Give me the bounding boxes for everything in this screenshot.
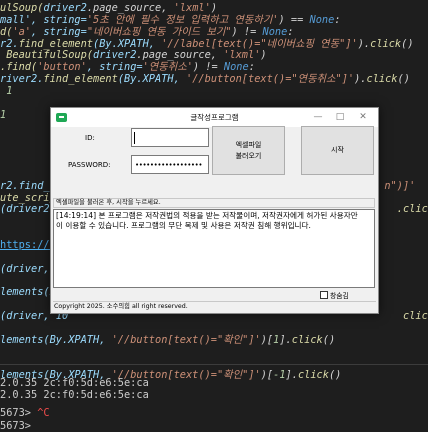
terminal-divider — [0, 364, 428, 365]
code-token: , string= — [31, 25, 87, 38]
password-input[interactable]: •••••••••••••••••• — [131, 155, 209, 174]
code-line: 1 — [0, 85, 12, 97]
code-token: driver2 — [93, 49, 137, 62]
code-token: : — [334, 13, 341, 26]
terminal-prompt: 5673> — [0, 407, 38, 419]
maximize-button[interactable]: □ — [331, 110, 349, 124]
code-token: : — [287, 25, 294, 38]
hide-window-checkbox[interactable] — [320, 291, 328, 299]
code-line: mall', string='5초 안에 필수 정보 입력하고 연동하기') =… — [0, 14, 341, 26]
code-token: 1 — [0, 84, 13, 97]
code-token: lements(By.XPATH, — [0, 333, 112, 346]
password-mask: •••••••••••••••••• — [135, 161, 203, 169]
terminal-prompt-line[interactable]: 5673> ^C — [0, 407, 50, 419]
terminal-prompt-2[interactable]: 5673> — [0, 420, 37, 432]
code-token: find_element — [18, 37, 94, 50]
code-token: click() — [402, 310, 428, 323]
code-token: .page_source, — [136, 49, 224, 62]
code-token: , string= — [86, 61, 143, 74]
code-token: .find( — [0, 61, 38, 74]
code-token: r2.find_e — [0, 179, 56, 192]
code-token: click — [291, 333, 323, 346]
code-token: ]. — [279, 333, 292, 346]
terminal-line-1: 2.0.35 2c:f0:5d:e6:5e:ca — [0, 377, 149, 389]
code-token: (By.XPATH, — [93, 37, 162, 50]
code-token: ulSoup( — [0, 2, 44, 14]
code-token: None — [223, 61, 249, 74]
code-token: ) — [210, 2, 218, 14]
code-token: .page_source, — [86, 2, 174, 14]
code-token: mall', string= — [0, 13, 87, 26]
code-token: '//label[text()="네이버쇼핑 연동"]' — [161, 37, 358, 50]
log-textarea[interactable]: [14:19:14] 본 프로그램은 저작권법의 적용을 받는 저작물이며, 저… — [53, 209, 375, 288]
title-bar[interactable]: 글작성프로그램 — □ ✕ — [51, 108, 378, 127]
copyright-footer: Copyright 2025. 소수의힘 all right reserved. — [53, 301, 376, 312]
code-token: 'button' — [37, 61, 87, 74]
code-token: () — [328, 369, 342, 382]
code-token: r2. — [0, 37, 19, 50]
code-token: click — [366, 73, 398, 86]
code-token: None — [262, 25, 288, 38]
code-token: ). — [357, 37, 371, 50]
code-token: )[ — [260, 333, 274, 346]
code-token: '연동취소' — [142, 61, 193, 74]
code-token: 1 — [0, 108, 7, 121]
code-line: ulSoup(driver2.page_source, 'lxml') — [0, 2, 217, 14]
load-excel-button[interactable]: 엑셀파일 불러오기 — [212, 126, 285, 175]
code-token: BeautifulSoup( — [0, 49, 93, 62]
code-token: )[ — [260, 369, 274, 382]
code-token: -1 — [273, 369, 286, 382]
code-token: "네이버쇼핑 연동 가이드 보기" — [86, 25, 232, 38]
code-line: river2.find_element(By.XPATH, '//button[… — [0, 73, 410, 85]
terminal-line-2: 2.0.35 2c:f0:5d:e6:5e:ca — [0, 389, 149, 401]
id-label: ID: — [85, 134, 95, 142]
close-button[interactable]: ✕ — [354, 110, 372, 124]
code-token: None — [309, 13, 335, 26]
code-line: lements(By.XPATH, '//button[text()="확인"]… — [0, 334, 335, 346]
code-token: '5초 안에 필수 정보 입력하고 연동하기' — [86, 13, 279, 26]
code-token: ) == — [278, 13, 310, 26]
code-token: '//button[text()="확인"]' — [111, 333, 261, 346]
code-token: (By.XPATH, — [117, 73, 187, 86]
code-token: click — [297, 369, 329, 382]
code-token: n")]' — [384, 179, 416, 192]
start-label: 시작 — [331, 146, 344, 154]
code-line: BeautifulSoup(driver2.page_source, 'lxml… — [0, 49, 267, 62]
code-token: click — [370, 37, 402, 50]
terminal-interrupt: ^C — [37, 407, 50, 419]
code-token: : — [248, 61, 255, 74]
code-token: ) != — [192, 61, 224, 74]
code-token: ]. — [285, 369, 298, 382]
code-line: d('a', string="네이버쇼핑 연동 가이드 보기") != None… — [0, 26, 294, 38]
code-token: ) != — [231, 25, 263, 38]
code-token: ) — [260, 49, 267, 62]
id-input[interactable] — [131, 128, 209, 147]
text-caret — [134, 132, 135, 144]
window-title: 글작성프로그램 — [190, 113, 239, 122]
code-token: 'lxml' — [173, 2, 211, 14]
hide-window-label: 창숨김 — [330, 292, 349, 300]
code-token: '//button[text()="연동취소"]' — [186, 73, 355, 86]
code-token: () — [322, 333, 336, 346]
status-bar: 엑셀파일을 불러온 후, 시작을 누르세요. — [53, 198, 375, 208]
code-token: find_element — [43, 73, 118, 86]
code-token: river2. — [0, 73, 44, 86]
code-line: r2.find_element(By.XPATH, '//label[text(… — [0, 38, 414, 50]
program-window: 글작성프로그램 — □ ✕ ID: PASSWORD: ••••••••••••… — [50, 107, 379, 314]
code-token: () — [397, 73, 410, 86]
code-token: () — [401, 37, 414, 50]
code-line: 1 — [0, 109, 6, 121]
minimize-button[interactable]: — — [309, 110, 327, 124]
code-token: .click() — [396, 203, 428, 216]
code-token: 'a' — [12, 25, 32, 38]
code-line: .find('button', string='연동취소') != None: — [0, 61, 255, 73]
code-token: 'lxml' — [223, 49, 261, 62]
password-label: PASSWORD: — [68, 161, 111, 169]
code-token: ). — [354, 73, 367, 86]
start-button[interactable]: 시작 — [301, 126, 374, 175]
load-excel-label: 엑셀파일 불러오기 — [235, 140, 262, 160]
code-token: driver2 — [43, 2, 87, 14]
code-token: d( — [0, 25, 13, 38]
